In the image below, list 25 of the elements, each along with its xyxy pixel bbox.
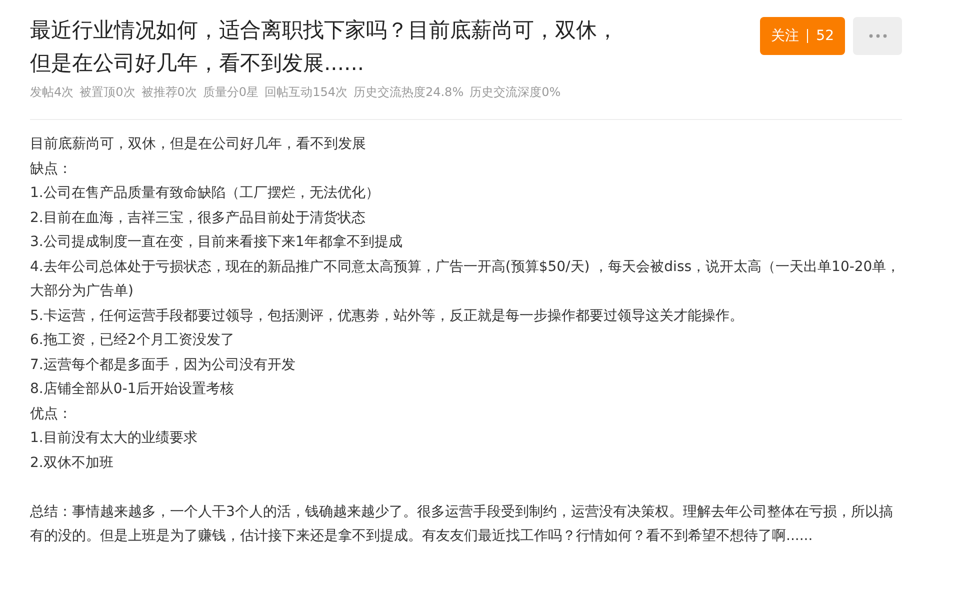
post-stat: 被置顶0次	[80, 84, 136, 101]
post-title: 最近行业情况如何，适合离职找下家吗？目前底薪尚可，双休，但是在公司好几年，看不到发展......	[30, 17, 619, 77]
body-text: 4.去年公司总体处于亏损状态，现在的新品推广不同意太高预算，广告一开高(预算$50/天) ，每天会被diss，说开太高（一天出单10-20单，大部分为广告单)	[30, 258, 902, 301]
body-text: 8.店铺全部从0-1后开始设置考核	[30, 380, 236, 399]
body-text: 7.运营每个都是多面手，因为公司没有开发	[30, 356, 296, 374]
body-text: 1.公司在售产品质量有致命缺陷（工厂摆烂，无法优化）	[30, 184, 380, 203]
post-stat: 质量分0星	[202, 84, 259, 101]
body-text: 缺点：	[30, 160, 73, 178]
post-stat: 回帖互动154次	[264, 84, 348, 101]
body-text: 2.双休不加班	[30, 454, 114, 472]
body-text: 2.目前在血海，吉祥三宝，很多产品目前处于清货状态	[30, 208, 366, 228]
body-text: 目前底薪尚可，双休，但是在公司好几年，看不到发展	[30, 135, 367, 154]
post-stat: 历史交流热度24.8%	[353, 84, 464, 101]
body-text: 5.卡运营，任何运营手段都要过领导，包括测评，优惠劵，站外等，反正就是每一步操作都要过领导这关才能操作。	[30, 306, 744, 326]
follow-button[interactable]: 关注 52	[760, 17, 845, 55]
more-icon	[868, 34, 886, 38]
body-text: 6.拖工资，已经2个月工资没发了	[30, 331, 236, 350]
summary-text: 总结：事情越来越多，一个人干3个人的活，钱确越来越少了。很多运营手段受到制约，运营没有决策权。理解去年公司整体在亏损，所以搞有的没的。但是上班是为了赚钱，估计接下来还是拿不到提成。有友友们最近找工作吗？行情如何？看不到希望不想待了啊......	[30, 502, 894, 546]
more-button[interactable]	[853, 17, 902, 55]
body-text: 3.公司提成制度一直在变，目前来看接下来1年都拿不到提成	[30, 233, 404, 252]
post-stat: 历史交流深度0%	[470, 84, 561, 101]
post-stat: 被推荐0次	[141, 84, 197, 101]
body-text: 1.目前没有太大的业绩要求	[30, 429, 198, 448]
post-stat: 发帖4次	[30, 84, 74, 101]
body-text: 优点：	[30, 404, 73, 424]
